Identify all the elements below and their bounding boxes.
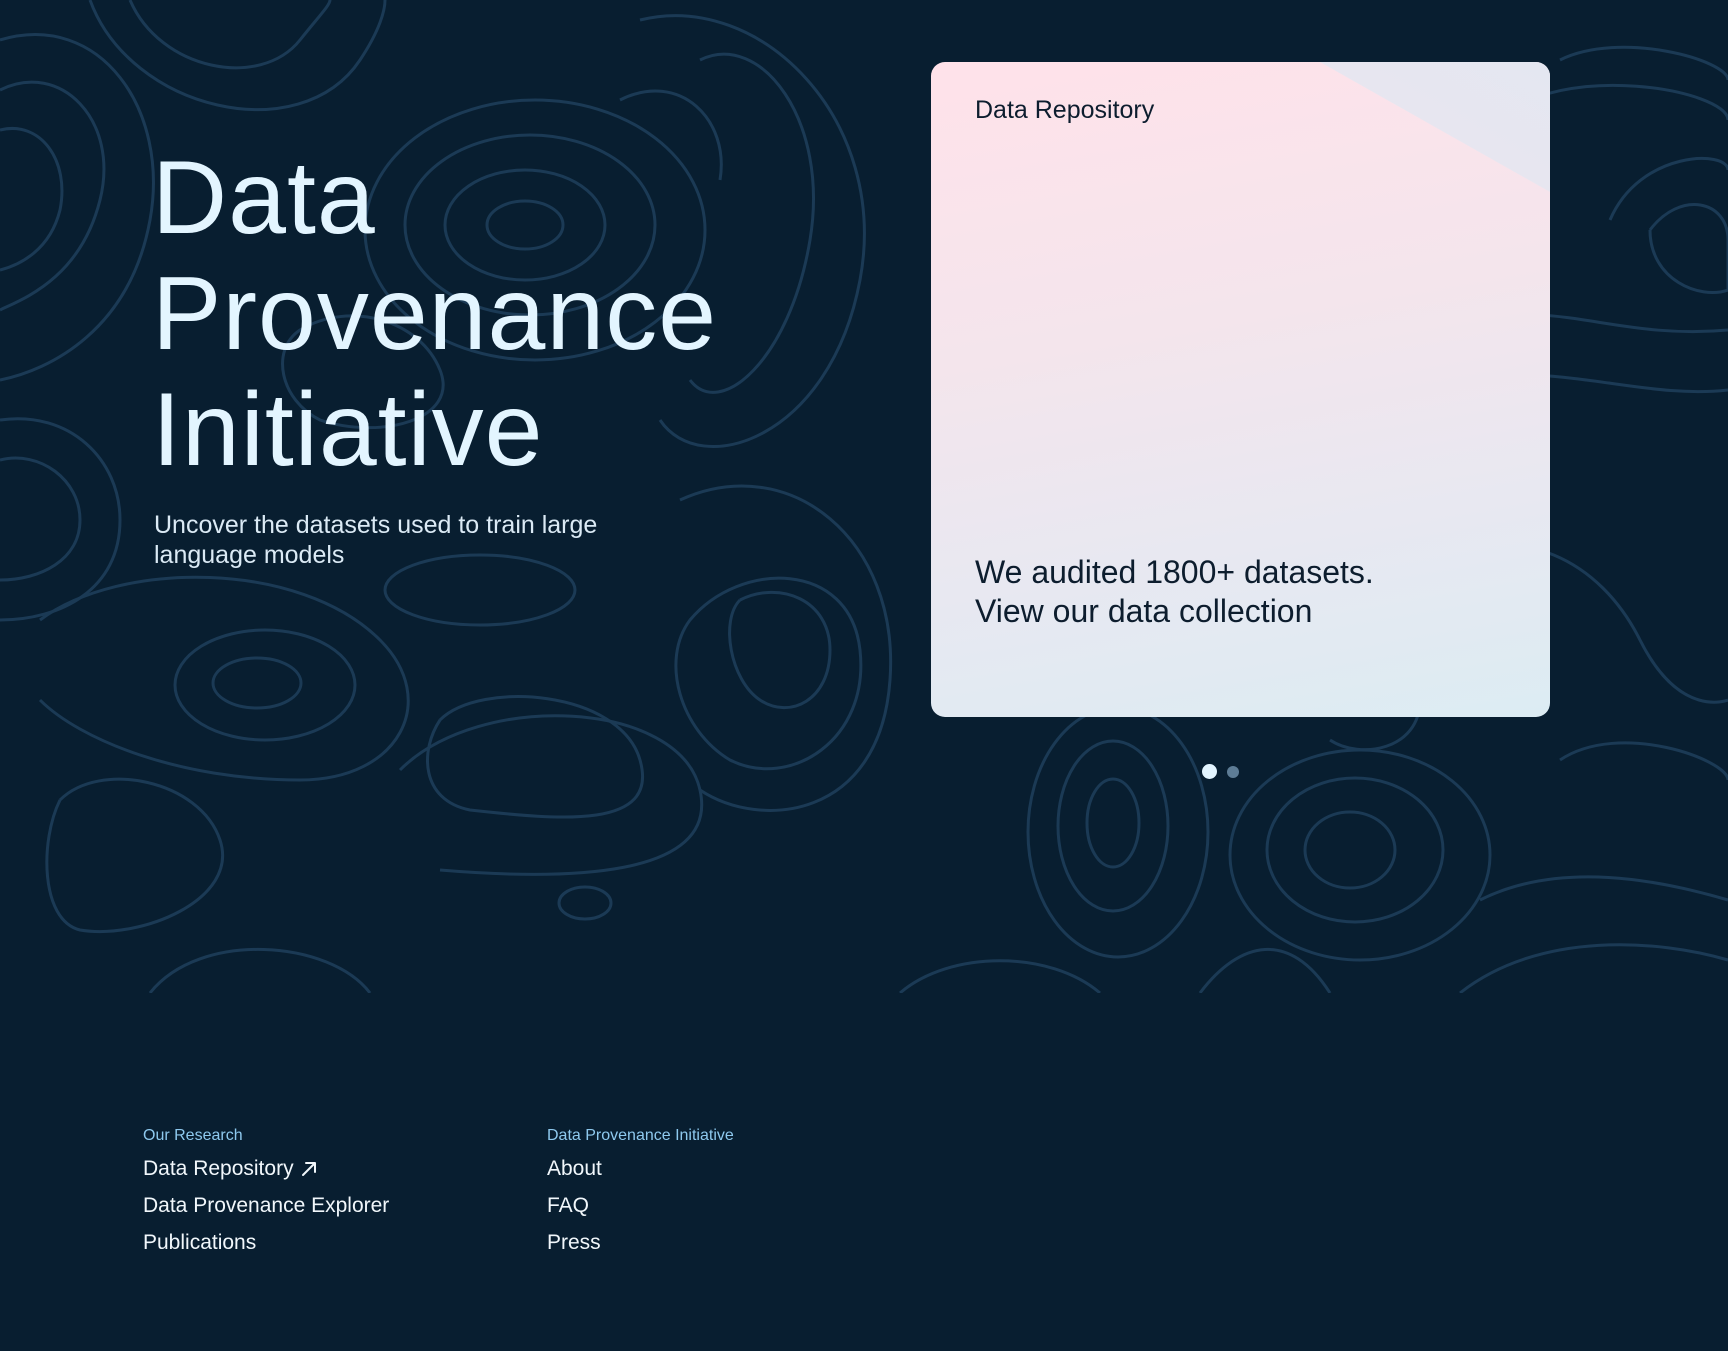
footer-link-publications[interactable]: Publications: [143, 1230, 256, 1255]
carousel-dots: [1202, 764, 1239, 779]
footer-link-item: Data Repository: [143, 1156, 389, 1183]
footer-link-data-provenance-explorer[interactable]: Data Provenance Explorer: [143, 1193, 389, 1218]
card-description: We audited 1800+ datasets. View our data…: [975, 554, 1374, 629]
footer-link-item: Press: [547, 1230, 734, 1257]
hero-title-line-3: Initiative: [152, 372, 544, 488]
external-arrow-icon: [300, 1160, 318, 1178]
data-repository-card[interactable]: Data Repository We audited 1800+ dataset…: [931, 62, 1550, 717]
footer-links-initiative: About FAQ Press: [547, 1156, 734, 1257]
footer-link-label: Data Repository: [143, 1157, 294, 1180]
hero-title-line-2: Provenance: [152, 256, 718, 372]
card-corner-decoration: [1320, 62, 1550, 192]
card-label: Data Repository: [975, 96, 1155, 124]
footer-link-about[interactable]: About: [547, 1156, 602, 1181]
carousel-dot-2[interactable]: [1227, 765, 1239, 778]
carousel-dot-1[interactable]: [1202, 764, 1217, 779]
footer-link-item: Data Provenance Explorer: [143, 1193, 389, 1220]
footer-heading-research: Our Research: [143, 1127, 243, 1144]
hero-subtitle: Uncover the datasets used to train large…: [154, 511, 598, 569]
hero-title: Data Provenance Initiative: [152, 140, 717, 488]
footer-link-press[interactable]: Press: [547, 1230, 601, 1255]
footer-column-initiative: Data Provenance Initiative About FAQ Pre…: [547, 1126, 734, 1267]
footer-link-item: FAQ: [547, 1193, 734, 1220]
footer-link-item: Publications: [143, 1230, 389, 1257]
footer-column-research: Our Research Data Repository Data Proven…: [143, 1126, 389, 1267]
footer-link-faq[interactable]: FAQ: [547, 1193, 589, 1218]
footer-links-research: Data Repository Data Provenance Explorer…: [143, 1156, 389, 1257]
footer-link-data-repository[interactable]: Data Repository: [143, 1156, 318, 1181]
hero-section: Data Provenance Initiative Uncover the d…: [0, 0, 1728, 993]
footer-link-item: About: [547, 1156, 734, 1183]
footer-heading-initiative: Data Provenance Initiative: [547, 1127, 734, 1144]
hero-title-line-1: Data: [152, 140, 376, 256]
